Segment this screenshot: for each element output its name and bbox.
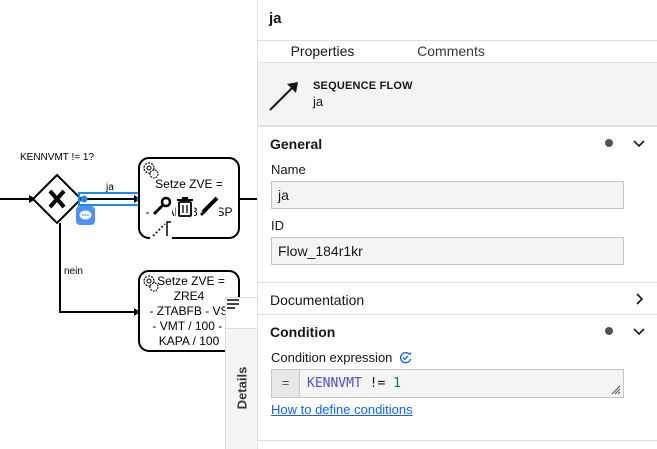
group-general-header[interactable]: General: [258, 126, 657, 158]
code-keyword: KENNVMT: [307, 376, 362, 391]
name-label: Name: [271, 162, 306, 177]
group-documentation-header[interactable]: Documentation: [258, 282, 657, 314]
id-input[interactable]: Flow_184r1kr: [271, 237, 624, 265]
feel-expression-icon[interactable]: [399, 351, 412, 364]
data-indicator-dot: [605, 327, 613, 335]
chevron-right-icon[interactable]: [631, 291, 647, 307]
element-header: SEQUENCE FLOW ja: [258, 62, 657, 126]
task2-line5: KAPA / 100: [159, 334, 220, 348]
comment-icon[interactable]: [76, 206, 95, 225]
gateway-label[interactable]: KENNVMT != 1?: [20, 152, 94, 163]
task2-line1: Setze ZVE =: [157, 274, 225, 288]
task-setze-zve-2[interactable]: Setze ZVE = ZRE4 - ZTABFB - VSP - VMT / …: [138, 270, 240, 352]
color-brush-icon[interactable]: [197, 194, 219, 216]
details-tab-label-wrap: Details: [232, 358, 252, 418]
data-indicator-dot: [605, 139, 613, 147]
group-general-title: General: [270, 136, 323, 152]
group-condition-title: Condition: [270, 324, 336, 340]
chevron-up-icon[interactable]: [631, 323, 647, 339]
exclusive-gateway[interactable]: [31, 173, 83, 225]
diagram-svg: KENNVMT != 1? ja nein Setze ZVE = - ZTAB…: [0, 152, 257, 352]
code-operator: !=: [369, 376, 386, 391]
flow-ja-label[interactable]: ja: [105, 182, 114, 193]
tab-comments[interactable]: Comments: [387, 41, 515, 62]
name-input[interactable]: ja: [271, 181, 624, 209]
feel-equals-prefix: =: [272, 370, 300, 397]
panel-title: ja: [269, 10, 282, 27]
sequence-flow-icon: [269, 82, 298, 111]
connect-icon[interactable]: [150, 219, 172, 239]
list-icon[interactable]: [226, 298, 257, 329]
element-name: ja: [313, 94, 324, 109]
code-number: 1: [393, 376, 401, 391]
details-tab[interactable]: Details: [225, 297, 257, 449]
panel-tabs: Properties Comments: [258, 40, 657, 64]
group-condition-header[interactable]: Condition: [258, 314, 657, 346]
details-tab-label: Details: [234, 366, 250, 410]
properties-panel: ja Properties Comments SEQUENCE FLOW ja …: [257, 0, 657, 449]
task2-line4: - VMT / 100 - V: [152, 319, 233, 333]
element-type: SEQUENCE FLOW: [313, 80, 413, 92]
condition-expression-label-row: Condition expression: [271, 350, 412, 365]
divider: [258, 440, 657, 441]
bpmn-canvas[interactable]: KENNVMT != 1? ja nein Setze ZVE = - ZTAB…: [0, 0, 257, 449]
condition-expression-label: Condition expression: [271, 350, 393, 365]
condition-expression-editor[interactable]: = KENNVMT != 1: [271, 369, 624, 398]
how-to-define-conditions-link[interactable]: How to define conditions: [271, 402, 413, 417]
group-documentation-title: Documentation: [270, 292, 365, 308]
id-label: ID: [271, 218, 284, 233]
task2-line2: ZRE4: [174, 289, 205, 303]
flow-nein-label[interactable]: nein: [64, 266, 83, 277]
task2-line3: - ZTABFB - VSP: [149, 304, 236, 318]
condition-code[interactable]: KENNVMT != 1: [307, 376, 401, 391]
resize-grip-icon[interactable]: [611, 385, 621, 395]
flow-start-handle[interactable]: [80, 195, 88, 203]
task1-line1: Setze ZVE =: [155, 177, 223, 191]
chevron-up-icon[interactable]: [631, 135, 647, 151]
trash-icon[interactable]: [176, 196, 194, 218]
tab-properties[interactable]: Properties: [258, 41, 387, 64]
